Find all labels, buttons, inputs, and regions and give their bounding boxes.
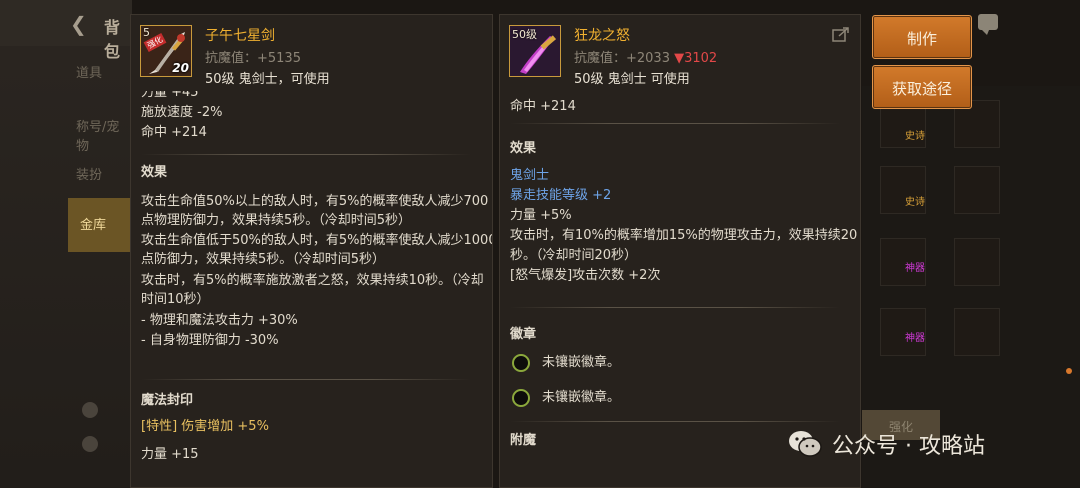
magic-seal-title: 魔法封印	[141, 393, 194, 408]
effect-title: 效果	[510, 141, 537, 156]
divider	[510, 123, 840, 124]
effect-line: 攻击时，有10%的概率增加15%的物理攻击力，效果持续20	[510, 228, 858, 243]
effect-line: 时间10秒）	[141, 292, 210, 307]
item-requirement: 50级 鬼剑士 可使用	[574, 72, 690, 87]
effect-line: - 自身物理防御力 -30%	[141, 333, 279, 348]
item-header: 5 强化 20 子午七星剑 抗魔值：+5135 50级 鬼剑士，可使用	[131, 15, 492, 91]
nav-item-costume[interactable]: 装扮	[0, 148, 132, 198]
item-name: 狂龙之怒	[574, 28, 630, 44]
sort-icon[interactable]	[82, 402, 98, 418]
item-tooltip-right: 50级 狂龙之怒 抗魔值：+2033 ▼3102 50级 鬼剑士 可使用 命中 …	[499, 14, 861, 488]
nav-item-props[interactable]: 道具	[0, 46, 132, 96]
emblem-slot-icon	[512, 354, 530, 372]
item-name: 子午七星剑	[205, 28, 275, 44]
emblem-title: 徽章	[510, 327, 537, 342]
class-line: 鬼剑士	[510, 168, 550, 183]
resist-drop-value: ▼3102	[674, 51, 718, 66]
emblem-slot-icon	[512, 389, 530, 407]
divider	[141, 379, 471, 380]
stat-line: 命中 +214	[141, 125, 207, 140]
divider	[141, 154, 471, 155]
divider	[510, 421, 840, 422]
effect-line: 点物理防御力，效果持续5秒。（冷却时间5秒）	[141, 213, 412, 228]
back-arrow-icon[interactable]: ❮	[70, 12, 87, 36]
effect-line: 点防御力，效果持续5秒。（冷却时间5秒）	[141, 252, 386, 267]
nav-item-vault[interactable]: 金库	[68, 198, 132, 252]
notification-dot	[1066, 368, 1072, 374]
make-button[interactable]: 制作	[872, 15, 972, 59]
effect-title: 效果	[141, 165, 168, 180]
emblem-slot-label: 未镶嵌徽章。	[542, 355, 621, 370]
watermark-text: 公众号 · 攻略站	[832, 434, 985, 459]
divider	[510, 307, 840, 308]
share-icon[interactable]	[832, 26, 850, 42]
inventory-slot[interactable]: 神器	[880, 308, 926, 356]
effect-line: 攻击时，有5%的概率施放激者之怒，效果持续10秒。（冷却	[141, 273, 484, 288]
item-requirement: 50级 鬼剑士，可使用	[205, 72, 330, 87]
inventory-slot[interactable]: 史诗	[880, 166, 926, 214]
effect-line: 秒。（冷却时间20秒）	[510, 248, 638, 263]
effect-line: 攻击生命值50%以上的敌人时，有5%的概率使敌人减少700	[141, 194, 489, 209]
item-header: 50级 狂龙之怒 抗魔值：+2033 ▼3102 50级 鬼剑士 可使用	[500, 15, 860, 91]
anti-magic-value: 抗魔值：+5135	[205, 51, 301, 66]
inventory-slot[interactable]	[954, 308, 1000, 356]
inventory-slot[interactable]: 神器	[880, 238, 926, 286]
watermark: 公众号 · 攻略站	[788, 426, 985, 462]
filter-icon[interactable]	[82, 436, 98, 452]
anti-magic-value: 抗魔值：+2033 ▼3102	[574, 51, 718, 66]
effect-line: 力量 +5%	[510, 208, 572, 223]
blade-icon: 50级	[509, 25, 561, 77]
emblem-slot-label: 未镶嵌徽章。	[542, 390, 621, 405]
skill-line: 暴走技能等级 +2	[510, 188, 612, 203]
effect-line: [怒气爆发]攻击次数 +2次	[510, 268, 661, 283]
item-tooltip-left: 5 强化 20 子午七星剑 抗魔值：+5135 50级 鬼剑士，可使用 力量 +…	[130, 14, 493, 488]
nav-item-titles[interactable]: 称号/宠物	[0, 100, 132, 154]
inventory-slot[interactable]	[954, 238, 1000, 286]
seal-stat-line: 力量 +15	[141, 447, 199, 462]
stat-line: 命中 +214	[510, 99, 576, 114]
stat-line: 施放速度 -2%	[141, 105, 223, 120]
seal-trait-line: [特性] 伤害增加 +5%	[141, 419, 269, 434]
effect-line: 攻击生命值低于50%的敌人时，有5%的概率使敌人减少1000	[141, 233, 493, 248]
effect-line: - 物理和魔法攻击力 +30%	[141, 313, 298, 328]
wechat-logo-icon	[789, 431, 822, 457]
sword-icon: 5 强化 20	[140, 25, 192, 77]
obtain-route-button[interactable]: 获取途径	[872, 65, 972, 109]
enchant-title: 附魔	[510, 433, 537, 448]
chat-icon[interactable]	[978, 14, 998, 35]
inventory-slot[interactable]	[954, 166, 1000, 214]
background-header: ❮ 背包	[0, 0, 132, 61]
